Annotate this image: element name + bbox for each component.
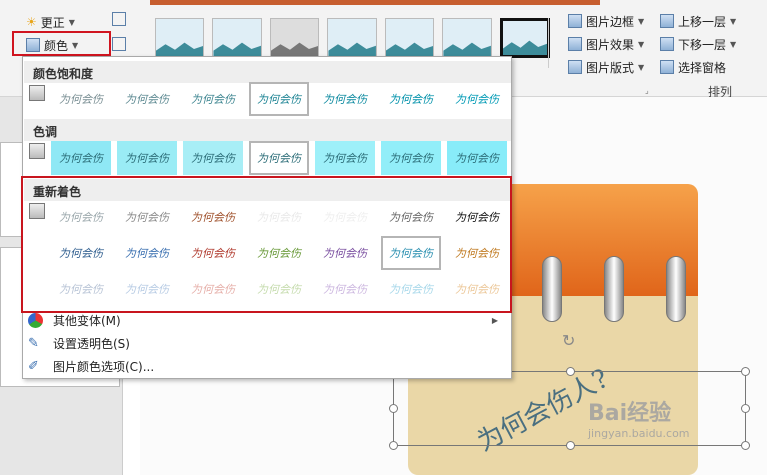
saturation-icon — [29, 85, 45, 101]
chevron-down-icon: ▼ — [638, 62, 645, 72]
ribbon-accent-bar — [150, 0, 600, 5]
chevron-down-icon: ▼ — [730, 39, 737, 49]
recolor-highlight-box — [21, 176, 512, 313]
saturation-swatch[interactable]: 为何会伤 — [447, 82, 507, 116]
rotate-handle-icon[interactable]: ↻ — [562, 331, 575, 350]
saturation-swatch[interactable]: 为何会伤 — [381, 82, 441, 116]
style-thumb[interactable] — [442, 18, 492, 58]
binder-ring — [666, 256, 686, 322]
saturation-row: 为何会伤 为何会伤 为何会伤 为何会伤 为何会伤 为何会伤 为何会伤 — [51, 82, 507, 116]
style-thumb[interactable] — [212, 18, 262, 58]
tone-swatch-selected[interactable]: 为何会伤 — [249, 141, 309, 175]
selection-pane-button[interactable]: 选择窗格 — [660, 57, 726, 77]
resize-handle[interactable] — [741, 404, 750, 413]
tone-row: 为何会伤 为何会伤 为何会伤 为何会伤 为何会伤 为何会伤 为何会伤 — [51, 141, 507, 175]
picture-effects-button[interactable]: 图片效果 ▼ — [568, 34, 644, 54]
chevron-down-icon: ▼ — [638, 16, 645, 26]
effects-icon — [568, 37, 582, 51]
resize-handle[interactable] — [566, 367, 575, 376]
style-thumb[interactable] — [269, 18, 320, 58]
style-thumb-selected[interactable] — [499, 18, 550, 58]
border-icon — [568, 14, 582, 28]
chevron-down-icon: ▼ — [68, 17, 75, 27]
bring-forward-button[interactable]: 上移一层 ▼ — [660, 11, 736, 31]
saturation-swatch-selected[interactable]: 为何会伤 — [249, 82, 309, 116]
color-button-highlight — [12, 31, 111, 56]
send-backward-icon — [660, 37, 674, 51]
sun-icon: ☀ — [26, 15, 37, 29]
change-picture-icon[interactable] — [112, 37, 126, 51]
chevron-down-icon: ▼ — [730, 16, 737, 26]
saturation-swatch[interactable]: 为何会伤 — [183, 82, 243, 116]
picture-layout-button[interactable]: 图片版式 ▼ — [568, 57, 644, 77]
selection-frame[interactable] — [393, 371, 746, 446]
more-variations-item[interactable]: 其他变体(M) ▶ — [28, 310, 508, 330]
picture-border-button[interactable]: 图片边框 ▼ — [568, 11, 644, 31]
tone-swatch[interactable]: 为何会伤 — [315, 141, 375, 175]
style-thumb[interactable] — [327, 18, 377, 58]
corrections-button[interactable]: ☀ 更正 ▼ — [26, 12, 75, 32]
resize-handle[interactable] — [741, 441, 750, 450]
tone-swatch[interactable]: 为何会伤 — [381, 141, 441, 175]
saturation-swatch[interactable]: 为何会伤 — [117, 82, 177, 116]
resize-handle[interactable] — [389, 441, 398, 450]
tone-swatch[interactable]: 为何会伤 — [51, 141, 111, 175]
saturation-swatch[interactable]: 为何会伤 — [315, 82, 375, 116]
tone-swatch[interactable]: 为何会伤 — [117, 141, 177, 175]
resize-handle[interactable] — [389, 404, 398, 413]
style-thumb[interactable] — [384, 18, 435, 58]
binder-ring — [542, 256, 562, 322]
saturation-section-title: 颜色饱和度 — [24, 61, 511, 83]
color-wheel-icon — [28, 312, 43, 328]
selection-pane-icon — [660, 60, 674, 74]
eyedropper-icon: ✎ — [28, 335, 39, 351]
resize-handle[interactable] — [741, 367, 750, 376]
set-transparent-color-item[interactable]: ✎ 设置透明色(S) — [28, 333, 508, 353]
tone-section-title: 色调 — [24, 119, 511, 141]
dialog-launcher-icon[interactable]: ⌟ — [645, 86, 649, 95]
picture-color-options-item[interactable]: ✐ 图片颜色选项(C)... — [28, 356, 508, 376]
resize-handle[interactable] — [566, 441, 575, 450]
gallery-scrollbar[interactable] — [548, 18, 558, 68]
tone-icon — [29, 143, 45, 159]
layout-icon — [568, 60, 582, 74]
compress-icon[interactable] — [112, 12, 126, 26]
chevron-down-icon: ▼ — [638, 39, 645, 49]
paint-icon: ✐ — [28, 358, 39, 374]
tone-swatch[interactable]: 为何会伤 — [183, 141, 243, 175]
saturation-swatch[interactable]: 为何会伤 — [51, 82, 111, 116]
submenu-arrow-icon: ▶ — [491, 315, 498, 325]
watermark: Bai经验 jingyan.baidu.com — [588, 401, 690, 440]
binder-ring — [604, 256, 624, 322]
style-thumb[interactable] — [155, 18, 205, 58]
bring-forward-icon — [660, 14, 674, 28]
send-backward-button[interactable]: 下移一层 ▼ — [660, 34, 736, 54]
tone-swatch[interactable]: 为何会伤 — [447, 141, 507, 175]
